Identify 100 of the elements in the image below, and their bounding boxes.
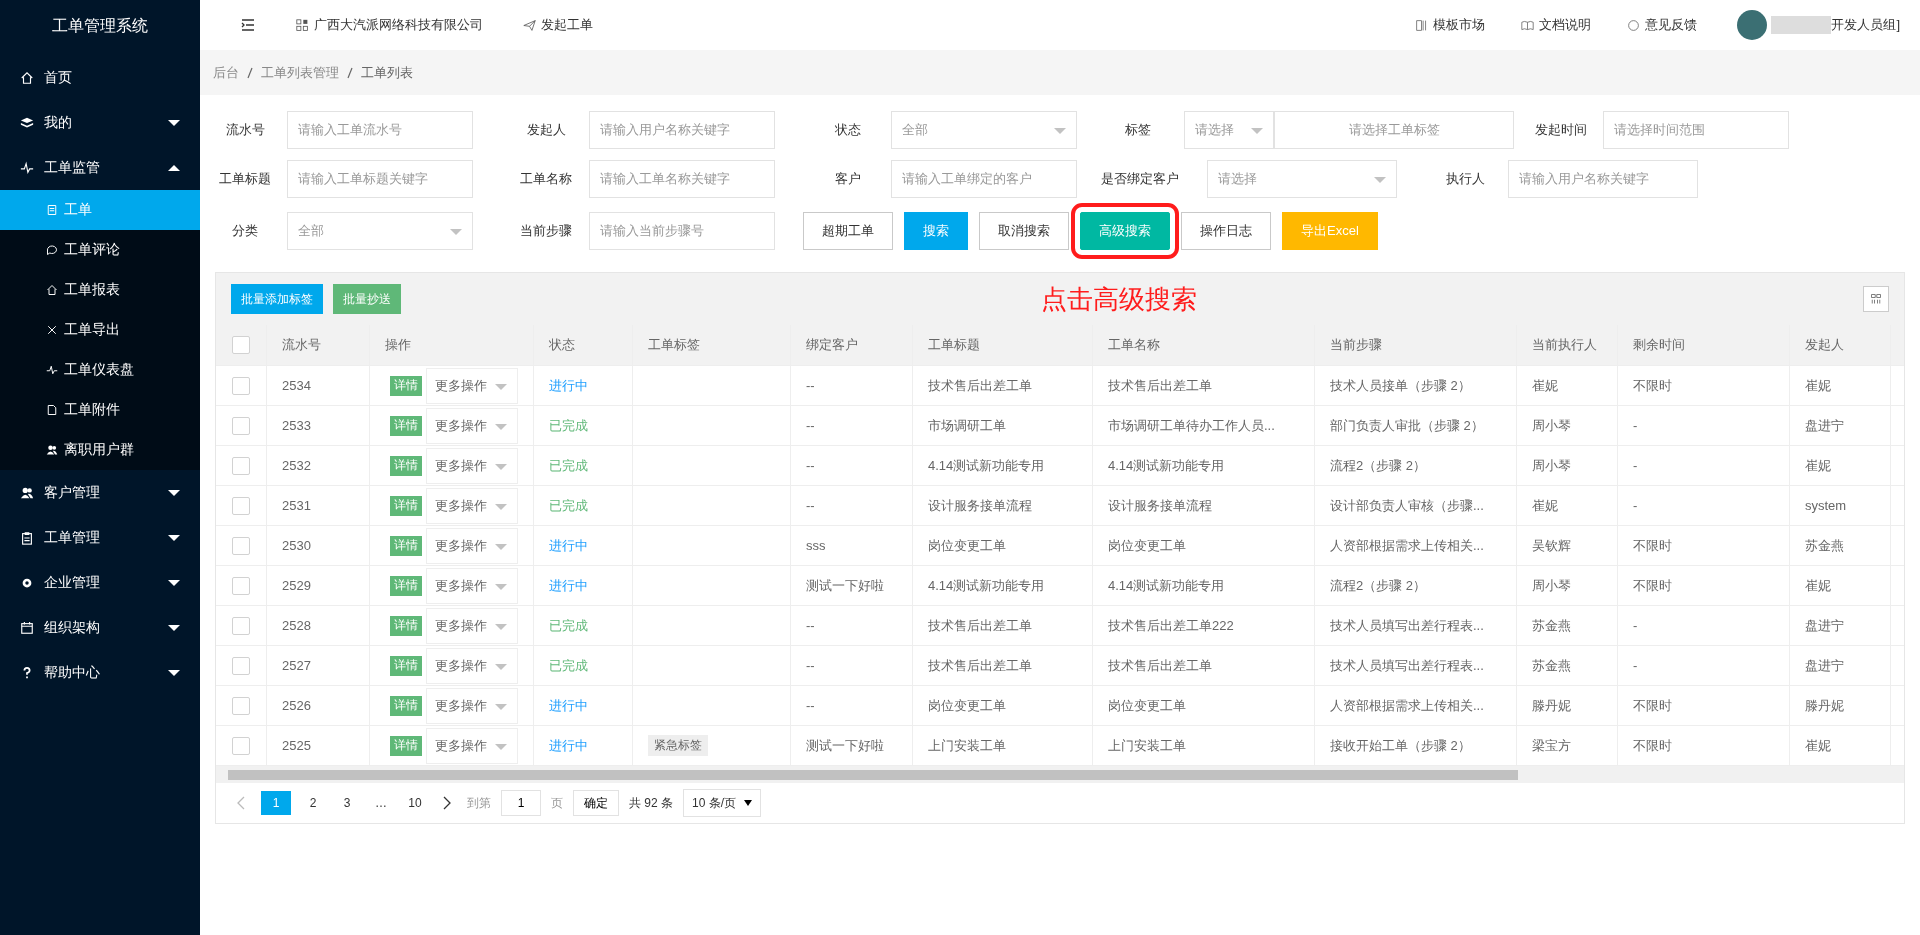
sidebar-item[interactable]: 工单管理 <box>0 515 200 560</box>
filter-input[interactable]: 请输入用户名称关键字 <box>589 110 775 149</box>
row-checkbox[interactable] <box>232 696 250 715</box>
grid-icon <box>296 18 309 32</box>
avatar[interactable] <box>1737 10 1768 40</box>
start-order-link[interactable]: 发起工单 <box>523 16 593 34</box>
more-actions-dropdown[interactable]: 更多操作 <box>426 407 518 444</box>
tag-input[interactable]: 请选择工单标签 <box>1274 110 1514 149</box>
row-checkbox[interactable] <box>232 736 250 755</box>
table-cell: -- <box>806 618 815 633</box>
page-input[interactable]: 1 <box>501 790 541 816</box>
slash-separator-icon <box>247 66 253 79</box>
status-text: 进行中 <box>549 376 588 395</box>
more-actions-dropdown[interactable]: 更多操作 <box>426 367 518 404</box>
sidebar-item[interactable]: 工单监管 <box>0 145 200 190</box>
breadcrumb-item[interactable]: 工单列表管理 <box>261 63 339 82</box>
more-actions-dropdown[interactable]: 更多操作 <box>426 647 518 684</box>
column-header: 当前执行人 <box>1517 325 1618 365</box>
caret-down-icon <box>495 623 507 630</box>
next-page-icon[interactable] <box>443 796 451 810</box>
app-title: 工单管理系统 <box>51 16 149 36</box>
row-checkbox[interactable] <box>232 616 250 635</box>
sidebar-item[interactable]: 客户管理 <box>0 470 200 515</box>
sidebar-item[interactable]: 帮助中心 <box>0 650 200 695</box>
header-link[interactable]: 文档说明 <box>1521 16 1592 34</box>
filter-input[interactable]: 请输入工单标题关键字 <box>287 159 473 198</box>
row-checkbox[interactable] <box>232 416 250 435</box>
header-link[interactable]: 模板市场 <box>1415 16 1486 34</box>
filter-label: 标签 <box>1124 120 1152 139</box>
filter-input[interactable]: 请输入工单绑定的客户 <box>891 159 1077 198</box>
action-button[interactable]: 取消搜索 <box>979 211 1069 250</box>
breadcrumb-item[interactable]: 工单列表 <box>361 63 413 82</box>
filter-label: 流水号 <box>224 120 266 139</box>
select-all-checkbox[interactable] <box>232 336 250 354</box>
menu-item-icon <box>20 160 34 175</box>
page-number[interactable]: 10 <box>403 791 427 815</box>
page-number[interactable]: 3 <box>335 791 359 815</box>
table-cell: 技术售后出差工单 <box>1108 376 1212 395</box>
more-actions-dropdown[interactable]: 更多操作 <box>426 487 518 524</box>
table-cell: 技术售后出差工单222 <box>1108 616 1234 635</box>
page-size-select[interactable]: 10 条/页 <box>683 789 762 817</box>
table-cell: 2528 <box>282 618 311 633</box>
page-number[interactable]: 2 <box>301 791 325 815</box>
status-text: 已完成 <box>549 656 588 675</box>
more-actions-dropdown[interactable]: 更多操作 <box>426 567 518 604</box>
user-group: 开发人员组] <box>1831 16 1900 34</box>
columns-button[interactable] <box>1863 286 1889 312</box>
sidebar-item[interactable]: 组织架构 <box>0 605 200 650</box>
filter-label: 当前步骤 <box>519 221 573 240</box>
column-header: 发起人 <box>1790 325 1891 365</box>
row-checkbox[interactable] <box>232 536 250 555</box>
prev-page-icon[interactable] <box>237 796 245 810</box>
confirm-button[interactable]: 确定 <box>573 790 619 816</box>
row-checkbox[interactable] <box>232 376 250 395</box>
caret-down-icon <box>495 663 507 670</box>
column-header: 当前步骤 <box>1315 325 1517 365</box>
sidebar-item[interactable]: 企业管理 <box>0 560 200 605</box>
more-actions-dropdown[interactable]: 更多操作 <box>426 607 518 644</box>
caret-down-icon <box>495 743 507 750</box>
filter-input[interactable]: 请输入当前步骤号 <box>589 211 775 250</box>
menu-icon[interactable] <box>240 17 256 33</box>
sidebar-subitem[interactable]: 工单评论 <box>0 230 200 270</box>
submenu-icon <box>46 324 58 336</box>
sidebar-subitem[interactable]: 工单报表 <box>0 270 200 310</box>
company-link[interactable]: 广西大汽派网络科技有限公司 <box>296 16 483 34</box>
table-cell: 技术售后出差工单 <box>928 376 1032 395</box>
page-number[interactable]: … <box>369 791 393 815</box>
sidebar-subitem[interactable]: 工单附件 <box>0 390 200 430</box>
caret-down-icon <box>450 228 462 235</box>
filter-input[interactable]: 请选择时间范围 <box>1603 110 1789 149</box>
table-cell: 苏金燕 <box>1532 656 1571 675</box>
filter-input[interactable]: 请输入工单名称关键字 <box>589 159 775 198</box>
sidebar-item[interactable]: 首页 <box>0 55 200 100</box>
sidebar-item[interactable]: 我的 <box>0 100 200 145</box>
row-checkbox[interactable] <box>232 576 250 595</box>
goto-label: 到第 <box>467 794 491 812</box>
filter-input[interactable]: 请输入工单流水号 <box>287 110 473 149</box>
status-text: 进行中 <box>549 536 588 555</box>
table-cell: 岗位变更工单 <box>928 696 1006 715</box>
more-actions-dropdown[interactable]: 更多操作 <box>426 447 518 484</box>
breadcrumb-item[interactable]: 后台 <box>213 63 239 82</box>
table-cell: 滕丹妮 <box>1805 696 1844 715</box>
action-button[interactable]: 超期工单 <box>803 211 893 250</box>
action-button[interactable]: 操作日志 <box>1181 211 1271 250</box>
sidebar-subitem[interactable]: 离职用户群 <box>0 430 200 470</box>
header-link-icon <box>1521 18 1535 32</box>
more-actions-dropdown[interactable]: 更多操作 <box>426 527 518 564</box>
row-checkbox[interactable] <box>232 496 250 515</box>
filter-input[interactable]: 请输入用户名称关键字 <box>1508 159 1698 198</box>
more-actions-dropdown[interactable]: 更多操作 <box>426 727 518 764</box>
table-cell: 测试一下好啦 <box>806 736 884 755</box>
row-checkbox[interactable] <box>232 456 250 475</box>
more-actions-dropdown[interactable]: 更多操作 <box>426 687 518 724</box>
sidebar-subitem[interactable]: 工单仪表盘 <box>0 350 200 390</box>
header-link[interactable]: 意见反馈 <box>1627 16 1698 34</box>
table-cell: 盘进宁 <box>1805 616 1844 635</box>
table-cell: 设计服务接单流程 <box>928 496 1032 515</box>
horizontal-scrollbar[interactable] <box>216 766 1904 783</box>
row-checkbox[interactable] <box>232 656 250 675</box>
sidebar-subitem[interactable]: 工单导出 <box>0 310 200 350</box>
